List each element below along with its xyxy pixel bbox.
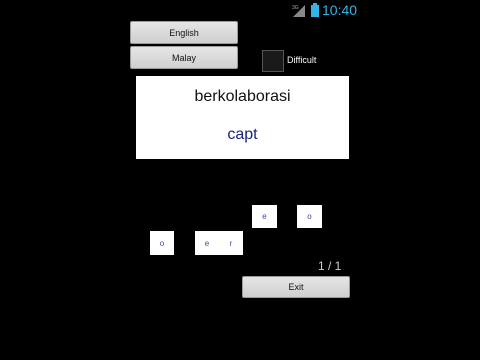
letter-tile[interactable]: o	[297, 205, 322, 228]
exit-button[interactable]: Exit	[242, 276, 350, 298]
word-card: berkolaborasi capt	[136, 76, 349, 159]
difficult-checkbox[interactable]	[262, 50, 284, 72]
clock: 10:40	[322, 2, 358, 18]
progress-counter: 1 / 1	[318, 259, 342, 273]
english-button[interactable]: English	[130, 21, 238, 44]
difficult-label: Difficult	[287, 55, 317, 65]
malay-button[interactable]: Malay	[130, 46, 238, 69]
signal-icon: 3G	[292, 5, 305, 17]
source-word: berkolaborasi	[194, 88, 291, 105]
letter-tile[interactable]: e	[195, 231, 219, 255]
answer-word: capt	[227, 126, 258, 143]
letter-tile[interactable]: o	[150, 231, 174, 255]
letter-tile[interactable]: e	[252, 205, 277, 228]
svg-text:3G: 3G	[292, 5, 299, 11]
battery-icon	[311, 3, 319, 17]
letter-tile[interactable]: r	[219, 231, 243, 255]
status-bar: 3G 10:40	[128, 0, 357, 20]
